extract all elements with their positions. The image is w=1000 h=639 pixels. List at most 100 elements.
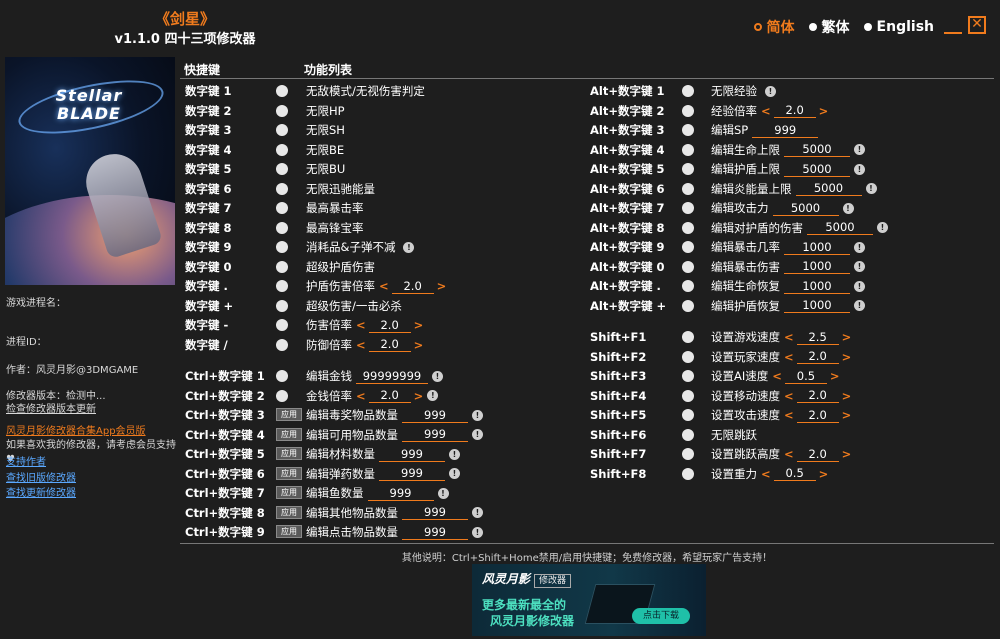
- value-input[interactable]: 1000: [784, 259, 850, 274]
- toggle-switch[interactable]: [682, 260, 706, 273]
- increase-arrow-icon[interactable]: >: [842, 408, 852, 422]
- apply-button[interactable]: 应用: [276, 505, 302, 519]
- toggle-switch[interactable]: [682, 448, 706, 460]
- increase-arrow-icon[interactable]: >: [842, 447, 852, 461]
- footer-note: 其他说明：Ctrl+Shift+Home禁用/启用快捷键；免费修改器，希望玩家广…: [401, 553, 773, 564]
- info-icon[interactable]: !: [472, 526, 483, 538]
- toggle-switch[interactable]: [682, 143, 706, 156]
- info-icon[interactable]: !: [877, 222, 888, 233]
- function-control: 编辑其他物品数量999!: [306, 505, 483, 521]
- increase-arrow-icon[interactable]: >: [830, 369, 840, 383]
- info-icon[interactable]: !: [437, 487, 449, 499]
- toggle-switch[interactable]: [682, 202, 706, 214]
- function-control: 设置游戏速度<2.5>: [711, 329, 851, 345]
- decrease-arrow-icon[interactable]: <: [784, 350, 794, 364]
- info-icon[interactable]: !: [765, 85, 776, 97]
- value-input[interactable]: 999: [402, 505, 468, 520]
- info-icon[interactable]: !: [854, 241, 865, 253]
- lang-traditional[interactable]: 繁体: [808, 17, 850, 37]
- value-input[interactable]: 5000: [784, 142, 850, 157]
- info-icon[interactable]: !: [854, 144, 865, 155]
- lang-label: English: [876, 19, 934, 35]
- decrease-arrow-icon[interactable]: <: [772, 369, 782, 383]
- ad-brand: 风灵月影: [482, 572, 531, 586]
- info-icon[interactable]: !: [854, 300, 865, 311]
- lang-simplified[interactable]: 简体: [753, 17, 795, 37]
- value-display: 0.5: [773, 466, 816, 481]
- toggle-switch[interactable]: [682, 280, 706, 292]
- increase-arrow-icon[interactable]: >: [842, 350, 852, 364]
- hotkey-label: Ctrl+数字键 9: [185, 525, 265, 539]
- value-input[interactable]: 1000: [784, 240, 850, 255]
- function-control: 设置跳跃高度<2.0>: [711, 446, 851, 462]
- value-input[interactable]: 999: [367, 486, 434, 501]
- decrease-arrow-icon[interactable]: <: [784, 447, 794, 461]
- toggle-switch[interactable]: [682, 331, 706, 343]
- close-button[interactable]: ✕: [968, 16, 986, 34]
- info-icon[interactable]: !: [854, 280, 865, 292]
- language-selector: 简体 繁体 English: [753, 17, 934, 37]
- value-display: 2.0: [796, 388, 839, 403]
- toggle-switch[interactable]: [682, 350, 706, 363]
- function-control: 设置重力<0.5>: [711, 466, 828, 482]
- toggle-switch[interactable]: [682, 389, 706, 402]
- toggle-switch[interactable]: [682, 85, 706, 97]
- hotkey-label: Shift+F4: [590, 388, 647, 403]
- value-input[interactable]: 5000: [772, 201, 839, 216]
- info-icon[interactable]: !: [842, 202, 854, 214]
- ad-line1: 更多最新最全的: [482, 598, 567, 612]
- ad-download-button[interactable]: 点击下载: [632, 608, 690, 624]
- value-input[interactable]: 5000: [784, 162, 850, 177]
- function-column-header: 功能列表: [304, 63, 353, 77]
- minimize-button[interactable]: [944, 16, 962, 34]
- decrease-arrow-icon[interactable]: <: [761, 104, 771, 118]
- toggle-switch[interactable]: [682, 299, 706, 312]
- toggle-switch[interactable]: [682, 241, 706, 253]
- lang-english[interactable]: English: [863, 17, 934, 37]
- increase-arrow-icon[interactable]: >: [819, 104, 829, 118]
- function-control: 无限经验!: [711, 83, 776, 99]
- value-input[interactable]: 5000: [795, 181, 862, 196]
- hotkey-label: Alt+数字键 0: [590, 259, 665, 274]
- value-input[interactable]: 999: [752, 123, 819, 138]
- info-icon[interactable]: !: [854, 163, 865, 175]
- toggle-switch[interactable]: [682, 221, 706, 234]
- cheat-row: Alt+数字键 7编辑攻击力编辑攻击力5000!: [0, 199, 1000, 217]
- increase-arrow-icon[interactable]: >: [842, 389, 852, 403]
- apply-button[interactable]: 应用: [276, 525, 302, 538]
- value-display: 2.0: [773, 103, 816, 118]
- header-divider: [180, 78, 994, 79]
- value-display: 2.0: [796, 408, 839, 423]
- value-input[interactable]: 999: [402, 525, 468, 540]
- cheat-row: Shift+F6无限跳跃无限跳跃: [0, 426, 1000, 444]
- hotkey-column-header: 快捷键: [184, 63, 221, 77]
- toggle-switch[interactable]: [682, 182, 706, 195]
- cheat-row: Alt+数字键 8编辑对护盾的伤害编辑对护盾的伤害5000!: [0, 219, 1000, 237]
- apply-button[interactable]: 应用: [276, 486, 302, 499]
- toggle-switch[interactable]: [682, 409, 706, 421]
- value-input[interactable]: 1000: [784, 279, 850, 294]
- toggle-switch[interactable]: [682, 104, 706, 117]
- decrease-arrow-icon[interactable]: <: [784, 330, 794, 344]
- toggle-switch[interactable]: [682, 467, 706, 480]
- value-input[interactable]: 1000: [784, 298, 850, 313]
- increase-arrow-icon[interactable]: >: [819, 467, 829, 481]
- info-icon[interactable]: !: [472, 507, 483, 518]
- function-control: 编辑护盾上限5000!: [711, 161, 865, 177]
- info-icon[interactable]: !: [854, 261, 865, 272]
- value-input[interactable]: 5000: [807, 220, 873, 235]
- toggle-switch[interactable]: [682, 124, 706, 136]
- hotkey-label: Alt+数字键 6: [590, 181, 665, 196]
- toggle-switch[interactable]: [682, 163, 706, 175]
- decrease-arrow-icon[interactable]: <: [784, 408, 794, 422]
- ad-banner[interactable]: 风灵月影 修改器 更多最新最全的 风灵月影修改器 点击下载: [472, 564, 706, 636]
- hotkey-label: Ctrl+数字键 7: [185, 486, 265, 500]
- toggle-switch[interactable]: [682, 428, 706, 441]
- toggle-switch[interactable]: [682, 370, 706, 382]
- hotkey-label: Alt+数字键 4: [590, 142, 665, 157]
- decrease-arrow-icon[interactable]: <: [761, 467, 771, 481]
- increase-arrow-icon[interactable]: >: [842, 330, 852, 344]
- decrease-arrow-icon[interactable]: <: [784, 389, 794, 403]
- info-icon[interactable]: !: [865, 183, 877, 194]
- value-display: 0.5: [784, 369, 827, 384]
